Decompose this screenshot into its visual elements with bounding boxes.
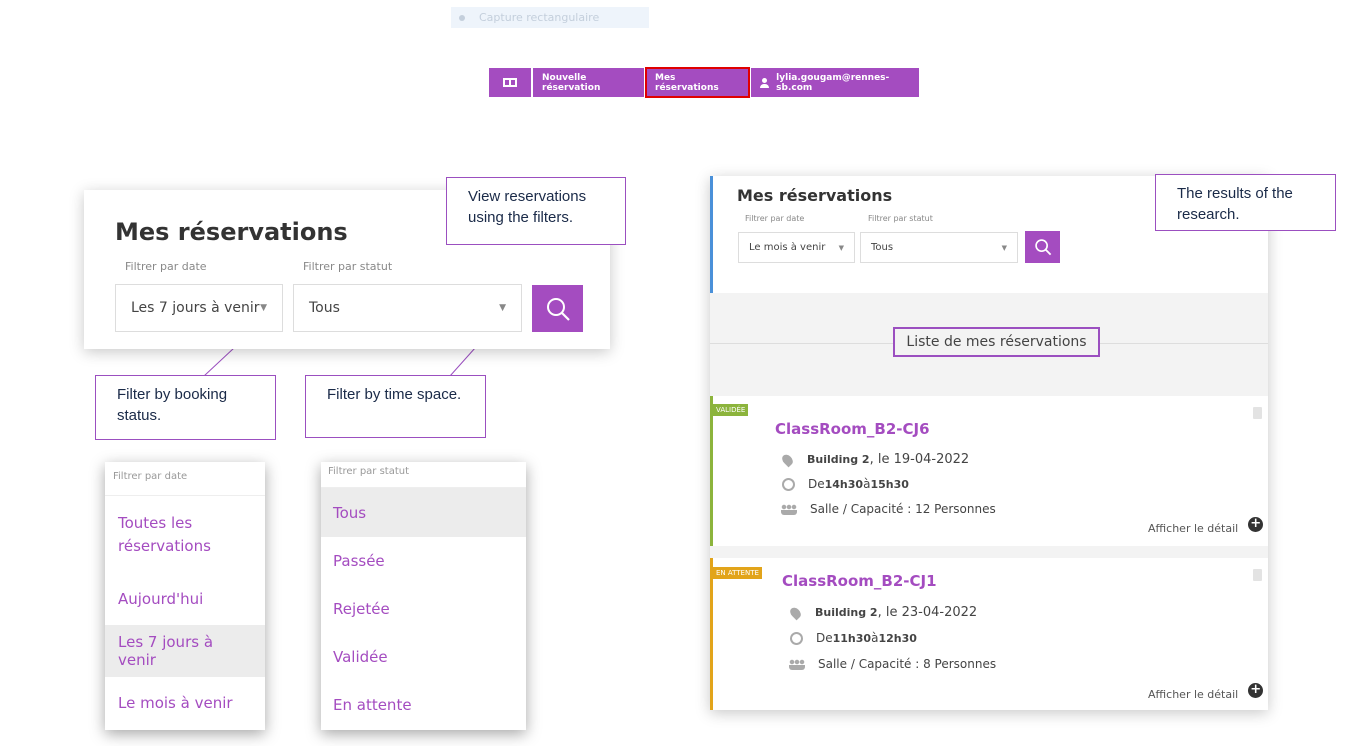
results-panel: Mes réservations Filtrer par date Filtre…	[710, 176, 1268, 710]
results-status-value: Tous	[871, 242, 894, 253]
page-title: Mes réservations	[115, 218, 348, 246]
time-start: 14h30	[824, 477, 864, 491]
time-start: 11h30	[832, 631, 872, 645]
trash-icon[interactable]	[1253, 569, 1262, 581]
reservation-card: EN ATTENTE ClassRoom_B2-CJ1 Building 2 ,…	[710, 558, 1268, 710]
status-option-all[interactable]: Tous	[321, 488, 526, 537]
status-badge: EN ATTENTE	[713, 567, 762, 579]
chevron-down-icon: ▼	[260, 303, 267, 313]
building-name: Building 2	[807, 453, 870, 466]
results-status-label: Filtrer par statut	[868, 214, 933, 223]
reservation-card: VALIDÉE ClassRoom_B2-CJ6 Building 2 , le…	[710, 396, 1268, 546]
time-to: à	[863, 477, 871, 491]
time-to: à	[871, 631, 879, 645]
note-view-reservations: View reservations using the filters.	[446, 177, 626, 245]
room-capacity: Salle / Capacité : 12 Personnes	[810, 502, 996, 516]
people-icon	[781, 503, 797, 515]
reservation-date: , le 23-04-2022	[877, 605, 978, 620]
detail-link-label: Afficher le détail	[1148, 688, 1239, 701]
location-pin-icon	[788, 605, 803, 620]
time-end: 12h30	[878, 631, 917, 645]
status-dropdown: Filtrer par statut Tous Passée Rejetée V…	[321, 462, 526, 730]
date-option-7days[interactable]: Les 7 jours à venir	[105, 625, 265, 677]
results-title: Mes réservations	[737, 186, 893, 205]
list-title: Liste de mes réservations	[893, 327, 1100, 357]
status-filter-label: Filtrer par statut	[303, 260, 393, 273]
room-name[interactable]: ClassRoom_B2-CJ1	[782, 572, 937, 590]
results-date-label: Filtrer par date	[745, 214, 805, 223]
reservation-date: , le 19-04-2022	[869, 452, 970, 467]
date-option-month[interactable]: Le mois à venir	[105, 677, 265, 729]
time-end: 15h30	[870, 477, 909, 491]
date-option-today[interactable]: Aujourd'hui	[105, 573, 265, 625]
note-results: The results of the research.	[1155, 174, 1336, 231]
location-pin-icon	[780, 452, 795, 467]
note-booking-status: Filter by booking status.	[95, 375, 276, 440]
status-option-validated[interactable]: Validée	[321, 633, 526, 681]
building-name: Building 2	[815, 606, 878, 619]
time-from: De	[808, 477, 825, 491]
date-dropdown: Filtrer par date Toutes les réservations…	[105, 462, 265, 730]
status-dropdown-header: Filtrer par statut	[321, 462, 526, 488]
plus-icon: +	[1248, 683, 1264, 698]
results-date-select[interactable]: Le mois à venir ▼	[738, 232, 855, 263]
date-dropdown-header: Filtrer par date	[105, 462, 265, 496]
room-capacity: Salle / Capacité : 8 Personnes	[818, 657, 997, 671]
status-filter-value: Tous	[309, 300, 340, 316]
detail-link[interactable]: Afficher le détail +	[1148, 683, 1264, 701]
search-icon	[1034, 239, 1051, 256]
chevron-down-icon: ▼	[838, 243, 844, 252]
results-status-select[interactable]: Tous ▼	[860, 232, 1018, 263]
date-filter-value: Les 7 jours à venir	[131, 300, 260, 316]
status-option-pending[interactable]: En attente	[321, 681, 526, 729]
status-badge: VALIDÉE	[713, 404, 749, 416]
time-from: De	[816, 631, 833, 645]
detail-link[interactable]: Afficher le détail +	[1148, 517, 1264, 535]
detail-link-label: Afficher le détail	[1148, 522, 1239, 535]
date-filter-select[interactable]: Les 7 jours à venir ▼	[115, 284, 283, 332]
people-icon	[789, 658, 805, 670]
date-option-all[interactable]: Toutes les réservations	[105, 496, 265, 573]
date-filter-label: Filtrer par date	[125, 260, 207, 273]
room-name[interactable]: ClassRoom_B2-CJ6	[775, 420, 930, 438]
search-button[interactable]	[532, 285, 583, 332]
clock-icon	[782, 477, 795, 491]
chevron-down-icon: ▼	[1001, 243, 1007, 252]
clock-icon	[790, 631, 803, 645]
status-option-past[interactable]: Passée	[321, 537, 526, 585]
note-time-space: Filter by time space.	[305, 375, 486, 438]
chevron-down-icon: ▼	[499, 303, 506, 313]
results-date-value: Le mois à venir	[749, 242, 826, 253]
search-icon	[546, 297, 570, 321]
plus-icon: +	[1248, 517, 1264, 532]
status-option-rejected[interactable]: Rejetée	[321, 585, 526, 633]
status-filter-select[interactable]: Tous ▼	[293, 284, 522, 332]
trash-icon[interactable]	[1253, 407, 1262, 419]
results-search-button[interactable]	[1025, 231, 1060, 263]
